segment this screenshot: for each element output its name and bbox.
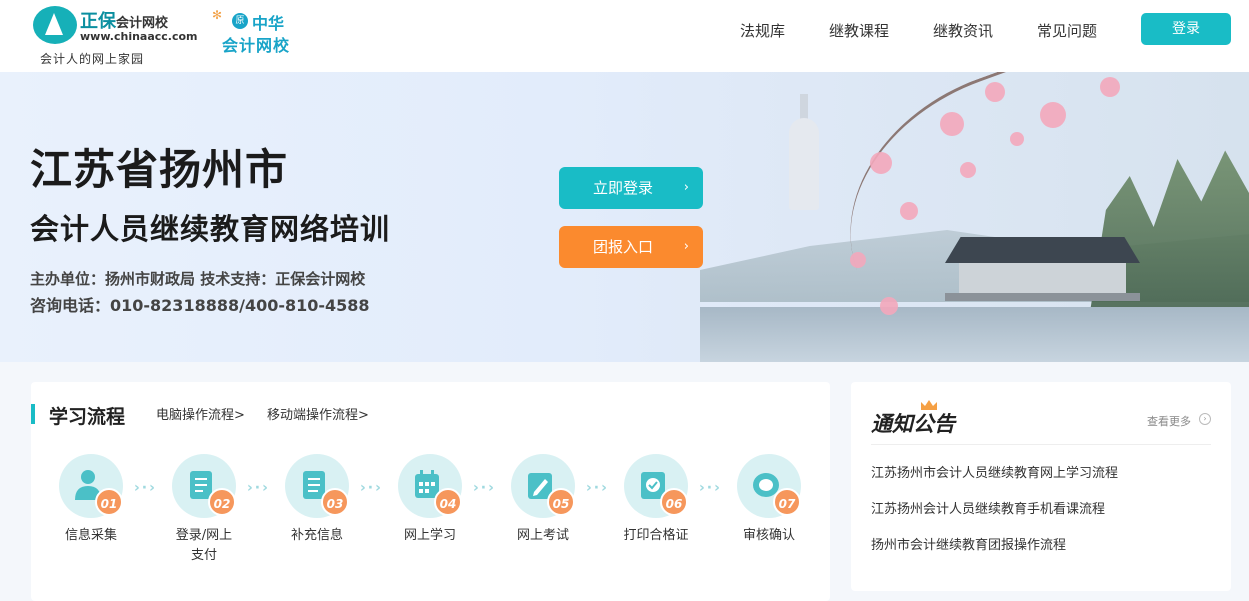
blossom-decoration [880, 297, 898, 315]
step-number: 06 [660, 488, 688, 516]
nav-item-courses[interactable]: 继教课程 [829, 20, 889, 40]
step-label: 补充信息 [290, 528, 343, 543]
chinaacc-logo[interactable]: 正保会计网校 www.chinaacc.com 会计人的网上家园 [30, 4, 198, 66]
hero-banner: 江苏省扬州市 会计人员继续教育网络培训 主办单位：扬州市财政局 技术支持：正保会… [0, 72, 1249, 362]
step-login-pay[interactable]: 02 登录/网上支付 [154, 454, 254, 584]
login-now-label: 立即登录 [593, 179, 654, 197]
learning-process-panel: 学习流程 电脑操作流程> 移动端操作流程> 01 信息采集 ›·› 02 登录/… [31, 382, 830, 601]
step-label: 登录/网上支付 [175, 528, 233, 563]
notice-panel: 通知公告 查看更多 › 江苏扬州市会计人员继续教育网上学习流程 江苏扬州会计人员… [851, 382, 1231, 591]
step-supplement-info[interactable]: 03 补充信息 [267, 454, 367, 584]
login-now-button[interactable]: 立即登录 › [559, 167, 703, 209]
step-online-exam[interactable]: 05 网上考试 [493, 454, 593, 584]
nav-item-faq[interactable]: 常见问题 [1037, 20, 1097, 40]
logo-url: www.chinaacc.com [80, 30, 198, 43]
chevron-right-icon[interactable]: › [1199, 413, 1211, 425]
logo-slogan: 会计人的网上家园 [40, 52, 145, 66]
step-label: 网上考试 [516, 528, 569, 543]
chevron-right-icon: › [683, 239, 689, 254]
blossom-decoration [1010, 132, 1024, 146]
banner-subtitle: 会计人员继续教育网络培训 [30, 212, 391, 246]
banner-pagoda [785, 94, 823, 244]
notice-title: 通知公告 [871, 411, 955, 436]
step-number: 07 [773, 488, 801, 516]
mobile-process-link[interactable]: 移动端操作流程> [267, 404, 369, 423]
step-label: 打印合格证 [623, 528, 689, 543]
step-number: 02 [208, 488, 236, 516]
chevron-right-icon: › [683, 180, 689, 195]
step-number: 03 [321, 488, 349, 516]
step-print-certificate[interactable]: 06 打印合格证 [606, 454, 706, 584]
notice-divider [871, 444, 1211, 445]
notice-item[interactable]: 江苏扬州市会计人员继续教育网上学习流程 [871, 462, 1118, 481]
step-number: 05 [547, 488, 575, 516]
step-label: 网上学习 [403, 528, 456, 543]
zhonghua-logo-line2: 会计网校 [222, 36, 291, 55]
group-entry-label: 团报入口 [593, 238, 654, 256]
sparkle-icon: ✻ [212, 8, 223, 22]
step-online-study[interactable]: 04 网上学习 [380, 454, 480, 584]
process-title: 学习流程 [49, 406, 126, 428]
zhonghua-logo[interactable]: ✻ 原 中华 会计网校 [212, 8, 322, 58]
site-header: 正保会计网校 www.chinaacc.com 会计人的网上家园 ✻ 原 中华 … [0, 0, 1249, 72]
blossom-decoration [1040, 102, 1066, 128]
step-label: 审核确认 [742, 528, 795, 543]
step-review-confirm[interactable]: 07 审核确认 [719, 454, 819, 584]
banner-organizer: 主办单位：扬州市财政局 技术支持：正保会计网校 [30, 270, 366, 288]
step-number: 04 [434, 488, 462, 516]
chinaacc-logo-icon [33, 6, 77, 44]
blossom-decoration [900, 202, 918, 220]
nav-item-regulations[interactable]: 法规库 [740, 20, 785, 40]
step-label: 信息采集 [64, 528, 117, 543]
blossom-decoration [870, 152, 892, 174]
group-entry-button[interactable]: 团报入口 › [559, 226, 703, 268]
pc-process-link[interactable]: 电脑操作流程> [156, 404, 245, 423]
nav-item-news[interactable]: 继教资讯 [933, 20, 993, 40]
notice-item[interactable]: 江苏扬州会计人员继续教育手机看课流程 [871, 498, 1105, 517]
step-number: 01 [95, 488, 123, 516]
step-info-collect[interactable]: 01 信息采集 [41, 454, 141, 584]
blossom-decoration [850, 252, 866, 268]
zhonghua-logo-line1: 中华 [252, 14, 285, 33]
banner-title: 江苏省扬州市 [30, 145, 289, 194]
view-more-link[interactable]: 查看更多 [1147, 413, 1191, 429]
banner-hotline: 咨询电话：010-82318888/400-810-4588 [30, 296, 370, 315]
blossom-decoration [985, 82, 1005, 102]
blossom-decoration [960, 162, 976, 178]
yuan-badge: 原 [232, 13, 248, 29]
login-button[interactable]: 登录 [1141, 13, 1231, 45]
notice-item[interactable]: 扬州市会计继续教育团报操作流程 [871, 534, 1066, 553]
blossom-decoration [1100, 77, 1120, 97]
blossom-decoration [940, 112, 964, 136]
title-accent-bar [31, 404, 35, 424]
